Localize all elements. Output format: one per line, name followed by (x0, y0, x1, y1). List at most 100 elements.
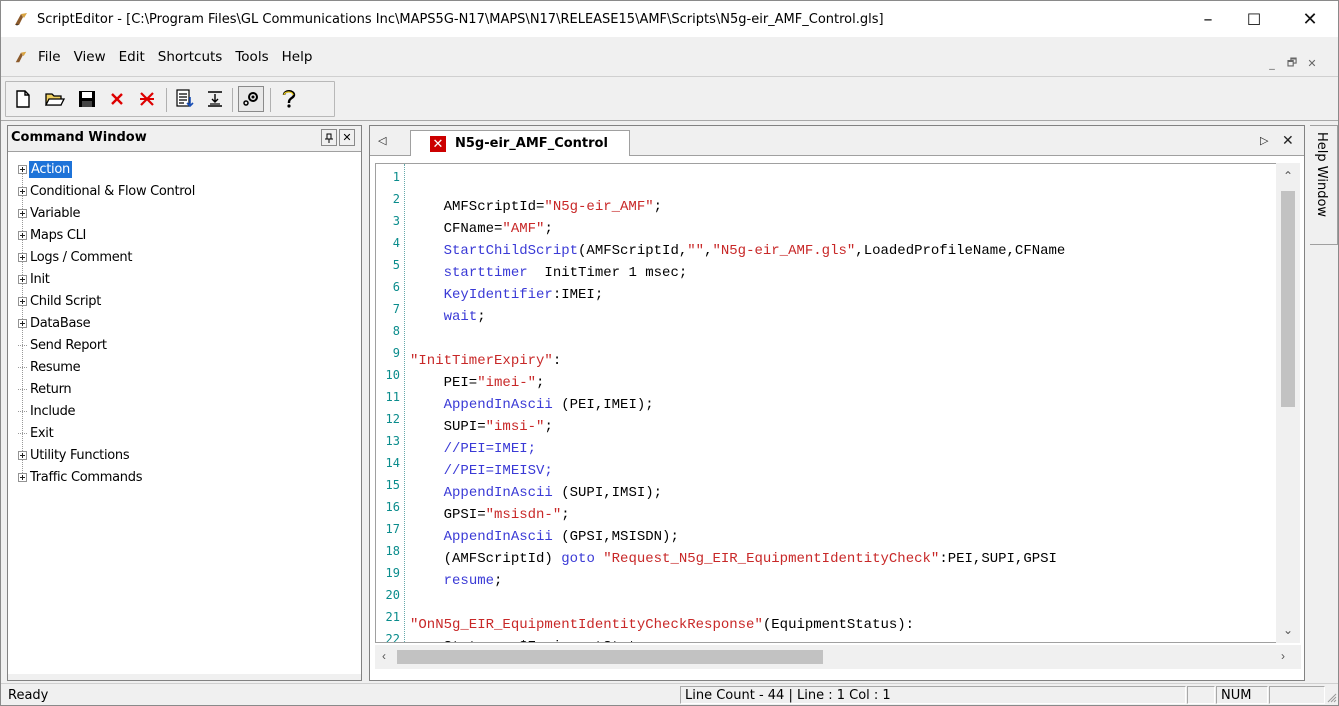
tree-item-label: Conditional & Flow Control (30, 183, 196, 199)
tab-close-icon[interactable]: ✕ (430, 135, 446, 152)
save-icon[interactable] (74, 86, 100, 112)
scroll-down-icon[interactable]: ⌄ (1283, 623, 1293, 637)
code-line: AppendInAscii (GPSI,MSISDN); (443, 529, 679, 545)
run-settings-icon[interactable] (238, 86, 264, 112)
menu-tools[interactable]: Tools (235, 49, 268, 65)
minimize-button[interactable]: – (1185, 1, 1231, 37)
expand-icon[interactable] (18, 208, 27, 218)
expand-icon[interactable] (18, 318, 27, 328)
line-number: 11 (385, 390, 400, 404)
tree-item-label: Exit (30, 425, 54, 441)
tree-item-variable[interactable]: Variable (10, 202, 359, 235)
line-number: 2 (392, 192, 400, 206)
new-file-icon[interactable] (10, 86, 36, 112)
tree-item-traffic-commands[interactable]: Traffic Commands (10, 466, 359, 488)
maximize-button[interactable]: ☐ (1231, 1, 1277, 37)
tree-item-database[interactable]: DataBase (10, 312, 359, 345)
tree-item-label: Return (30, 381, 72, 397)
compile-icon[interactable] (172, 86, 198, 112)
menu-edit[interactable]: Edit (119, 49, 145, 65)
menu-view[interactable]: View (74, 49, 106, 65)
delete-icon[interactable] (104, 86, 130, 112)
tab-scroll-left-icon[interactable]: ◁ (378, 134, 386, 147)
tree-item-label: Init (30, 271, 50, 287)
tree-item-exit[interactable]: Exit (10, 422, 359, 455)
tree-item-utility-functions[interactable]: Utility Functions (10, 444, 359, 477)
horizontal-scroll-thumb[interactable] (397, 650, 823, 664)
code-line: "OnN5g_EIR_EquipmentIdentityCheckRespons… (410, 617, 915, 633)
tree-item-include[interactable]: Include (10, 400, 359, 433)
window-title: ScriptEditor - [C:\Program Files\GL Comm… (37, 11, 884, 27)
tree-item-label: Send Report (30, 337, 107, 353)
script-editor-window: ScriptEditor - [C:\Program Files\GL Comm… (0, 0, 1339, 706)
title-bar: ScriptEditor - [C:\Program Files\GL Comm… (1, 1, 1338, 37)
menu-shortcuts[interactable]: Shortcuts (158, 49, 223, 65)
scroll-right-icon[interactable]: › (1281, 649, 1285, 663)
tree-item-label: Child Script (30, 293, 102, 309)
pin-icon[interactable] (321, 129, 337, 146)
expand-icon[interactable] (18, 296, 27, 306)
line-number: 5 (392, 258, 400, 272)
command-window-header: Command Window ✕ (8, 126, 361, 152)
mdi-minimize-button[interactable]: _ (1263, 55, 1281, 71)
tree-item-label: Action (29, 160, 72, 178)
tree-item-action[interactable]: Action (10, 158, 359, 191)
expand-icon[interactable] (18, 450, 27, 460)
line-number: 12 (385, 412, 400, 426)
help-question-icon[interactable] (276, 86, 302, 112)
indent-icon[interactable] (202, 86, 228, 112)
tab-scroll-right-icon[interactable]: ▷ (1260, 134, 1268, 147)
code-line: KeyIdentifier:IMEI; (443, 287, 604, 303)
menu-help[interactable]: Help (282, 49, 313, 65)
code-line: //PEI=IMEISV; (443, 463, 553, 479)
scroll-up-icon[interactable]: ⌃ (1283, 169, 1293, 183)
vertical-scroll-thumb[interactable] (1281, 191, 1295, 407)
tree-item-logs-comment[interactable]: Logs / Comment (10, 246, 359, 279)
line-number: 17 (385, 522, 400, 536)
code-line: GPSI="msisdn-"; (410, 507, 570, 523)
horizontal-scrollbar[interactable]: ‹ › (375, 645, 1301, 669)
expand-icon[interactable] (18, 472, 27, 482)
code-line: (AMFScriptId) goto "Request_N5g_EIR_Equi… (410, 551, 1057, 567)
tab-label: N5g-eir_AMF_Control (455, 136, 608, 151)
mdi-close-button[interactable]: ✕ (1303, 55, 1321, 71)
tree-item-return[interactable]: Return (10, 378, 359, 411)
code-line: wait; (443, 309, 486, 325)
command-tree: Action Conditional & Flow Control Variable… (10, 158, 359, 488)
help-window-tab[interactable]: Help Window (1310, 125, 1338, 245)
tree-item-maps-cli[interactable]: Maps CLI (10, 224, 359, 257)
toolbar-group-file (5, 81, 335, 117)
app-icon (15, 13, 27, 26)
code-editor[interactable]: 1 2 3 4 5 6 7 8 9 10 11 12 13 14 15 16 17 18 19 20 21 22 AMFS… (375, 163, 1277, 643)
tree-item-label: Variable (30, 205, 81, 221)
tab-n5g-eir-amf-control[interactable]: ✕ N5g-eir_AMF_Control (410, 130, 630, 156)
line-number: 3 (392, 214, 400, 228)
line-number: 21 (385, 610, 400, 624)
open-folder-icon[interactable] (42, 86, 68, 112)
code-line: AppendInAscii (SUPI,IMSI); (443, 485, 663, 501)
expand-icon[interactable] (18, 164, 27, 174)
tree-item-conditional-flow-control[interactable]: Conditional & Flow Control (10, 180, 359, 213)
expand-icon[interactable] (18, 274, 27, 284)
resize-grip-icon[interactable] (1326, 692, 1337, 703)
tab-close-all-icon[interactable]: ✕ (1282, 132, 1294, 149)
line-number: 22 (385, 632, 400, 643)
code-line: "InitTimerExpiry": (410, 353, 562, 369)
expand-icon[interactable] (18, 230, 27, 240)
vertical-scrollbar[interactable]: ⌃ ⌄ (1276, 163, 1300, 643)
delete-all-icon[interactable] (134, 86, 160, 112)
tree-item-child-script[interactable]: Child Script (10, 290, 359, 323)
menu-file[interactable]: File (38, 49, 61, 65)
tree-item-resume[interactable]: Resume (10, 356, 359, 389)
line-number: 18 (385, 544, 400, 558)
help-window-label: Help Window (1314, 132, 1329, 218)
expand-icon[interactable] (18, 252, 27, 262)
close-button[interactable]: ✕ (1287, 1, 1333, 37)
tree-item-init[interactable]: Init (10, 268, 359, 301)
expand-icon[interactable] (18, 186, 27, 196)
command-window-close-button[interactable]: ✕ (339, 129, 355, 146)
tree-connector (18, 381, 27, 390)
mdi-restore-button[interactable]: 🗗 (1283, 55, 1301, 71)
scroll-left-icon[interactable]: ‹ (382, 649, 386, 663)
tree-item-send-report[interactable]: Send Report (10, 334, 359, 367)
